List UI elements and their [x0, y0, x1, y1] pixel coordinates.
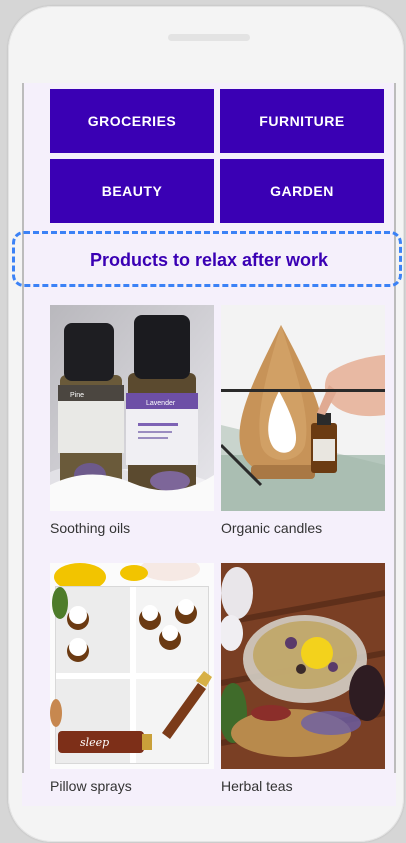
pillow-sprays-image: sleep: [50, 563, 214, 769]
soothing-oils-image: Pine Lavender: [50, 305, 214, 511]
product-name-herbal-teas: Herbal teas: [221, 778, 293, 794]
product-name-organic-candles: Organic candles: [221, 520, 323, 536]
sleep-label-text: sleep: [80, 736, 109, 749]
screen-edge-right: [394, 83, 396, 773]
product-name-pillow-sprays: Pillow sprays: [50, 778, 132, 794]
category-garden-button[interactable]: GARDEN: [220, 159, 384, 223]
focus-indicator: [12, 231, 402, 287]
herbal-teas-image: [221, 563, 385, 769]
category-beauty-button[interactable]: BEAUTY: [50, 159, 214, 223]
pine-label-text: Pine: [70, 392, 84, 399]
app-screen: GROCERIES FURNITURE BEAUTY GARDEN Produc…: [22, 83, 396, 806]
product-card-soothing-oils[interactable]: Pine Lavender Soothing oils: [50, 305, 214, 536]
category-furniture-button[interactable]: FURNITURE: [220, 89, 384, 153]
speaker-grille: [168, 34, 250, 41]
phone-frame: GROCERIES FURNITURE BEAUTY GARDEN Produc…: [8, 6, 404, 842]
lavender-label-text: Lavender: [146, 400, 176, 407]
screen-edge-left: [22, 83, 24, 773]
organic-candles-image: [221, 305, 385, 511]
product-name-soothing-oils: Soothing oils: [50, 520, 131, 536]
product-card-herbal-teas[interactable]: Herbal teas: [221, 563, 385, 794]
product-card-organic-candles[interactable]: Organic candles: [221, 305, 385, 536]
category-groceries-button[interactable]: GROCERIES: [50, 89, 214, 153]
product-card-pillow-sprays[interactable]: sleep Pillow sprays: [50, 563, 214, 794]
